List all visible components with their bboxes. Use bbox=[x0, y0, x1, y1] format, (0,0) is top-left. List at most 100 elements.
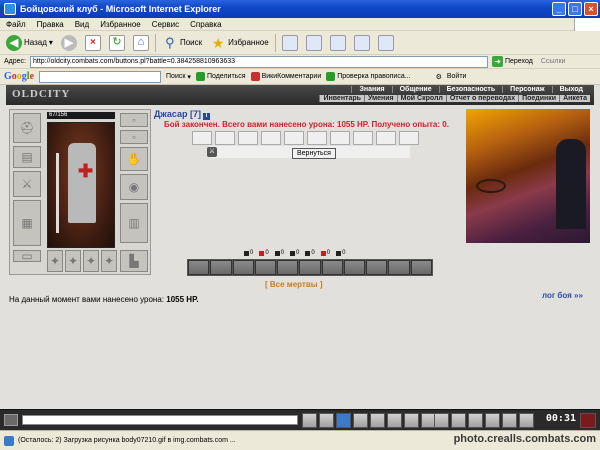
helmet-slot[interactable]: ⛑ bbox=[13, 113, 41, 143]
action-slot[interactable] bbox=[210, 260, 232, 275]
chat-mode-button[interactable] bbox=[404, 413, 419, 428]
chat-tool-button[interactable] bbox=[519, 413, 534, 428]
nav-exit[interactable]: Выход bbox=[551, 86, 590, 93]
address-label: Адрес: bbox=[4, 58, 26, 65]
battle-log-link[interactable]: лог боя »» bbox=[542, 291, 583, 300]
action-slot[interactable] bbox=[299, 260, 321, 275]
action-slot[interactable] bbox=[388, 260, 410, 275]
google-spell-button[interactable]: Проверка правописа... bbox=[326, 72, 411, 81]
google-search-input[interactable] bbox=[39, 70, 162, 83]
chat-tool-button[interactable] bbox=[468, 413, 483, 428]
info-icon[interactable]: i bbox=[203, 113, 211, 120]
character-avatar[interactable]: ✚ bbox=[47, 122, 115, 248]
chat-input[interactable] bbox=[22, 415, 298, 425]
nav-security[interactable]: Безопасность bbox=[438, 86, 503, 93]
shield-slot[interactable]: ◉ bbox=[120, 174, 148, 200]
menu-favorites[interactable]: Избранное bbox=[100, 20, 141, 29]
chat-filter-button[interactable] bbox=[336, 413, 351, 428]
address-input[interactable]: http://oldcity.combats.com/buttons.pl?ba… bbox=[29, 55, 488, 68]
chat-menu-icon[interactable] bbox=[4, 414, 18, 426]
action-slot[interactable] bbox=[410, 260, 432, 275]
research-button[interactable] bbox=[376, 33, 396, 53]
nav-transfer-report[interactable]: Отчет о переводах bbox=[445, 95, 519, 102]
nav-battles[interactable]: Поединки bbox=[518, 95, 560, 102]
print-button[interactable] bbox=[304, 33, 324, 53]
back-button[interactable]: ◀ Назад ▾ bbox=[4, 33, 55, 53]
menu-file[interactable]: Файл bbox=[6, 20, 26, 29]
favorites-button[interactable]: ★ Избранное bbox=[208, 33, 271, 53]
close-button[interactable]: × bbox=[584, 2, 598, 16]
skill-slot[interactable] bbox=[307, 131, 327, 145]
chat-send-button[interactable] bbox=[302, 413, 317, 428]
minimize-button[interactable]: _ bbox=[552, 2, 566, 16]
action-slot[interactable] bbox=[277, 260, 299, 275]
action-slot[interactable] bbox=[188, 260, 210, 275]
menu-help[interactable]: Справка bbox=[190, 20, 221, 29]
smiley-icon[interactable] bbox=[434, 413, 449, 428]
search-button[interactable]: ⚲ Поиск bbox=[160, 33, 204, 53]
scroll-slot-4[interactable]: ✦ bbox=[101, 250, 117, 272]
nav-knowledge[interactable]: Знания bbox=[351, 86, 391, 93]
scroll-slot-2[interactable]: ✦ bbox=[65, 250, 81, 272]
belt-slot[interactable]: ▭ bbox=[13, 249, 41, 263]
scroll-slot-3[interactable]: ✦ bbox=[83, 250, 99, 272]
nav-skills[interactable]: Умения bbox=[363, 95, 397, 102]
menu-tools[interactable]: Сервис bbox=[152, 20, 179, 29]
skill-slot[interactable] bbox=[330, 131, 350, 145]
skill-slot[interactable] bbox=[284, 131, 304, 145]
nav-communication[interactable]: Общение bbox=[391, 86, 439, 93]
skill-slot[interactable] bbox=[353, 131, 373, 145]
skill-slot[interactable] bbox=[399, 131, 419, 145]
chat-tool-button[interactable] bbox=[502, 413, 517, 428]
gloves-slot[interactable]: ✋ bbox=[120, 147, 148, 171]
chat-mode-button[interactable] bbox=[353, 413, 368, 428]
go-button[interactable]: ➜ Переход bbox=[491, 56, 533, 67]
nav-inventory[interactable]: Инвентарь bbox=[319, 95, 364, 102]
home-button[interactable]: ⌂ bbox=[131, 33, 151, 53]
google-search-button[interactable]: Поиск ▾ bbox=[166, 73, 191, 81]
action-slot[interactable] bbox=[232, 260, 254, 275]
boots-slot[interactable]: ▙ bbox=[120, 250, 148, 272]
mail-button[interactable] bbox=[280, 33, 300, 53]
weapon-slot[interactable]: ⚔ bbox=[13, 171, 41, 197]
nav-character[interactable]: Персонаж bbox=[502, 86, 551, 93]
menu-view[interactable]: Вид bbox=[75, 20, 89, 29]
nav-my-scroll[interactable]: Мой Скролл bbox=[396, 95, 446, 102]
character-name[interactable]: Джасар [7] i bbox=[154, 109, 211, 120]
scroll-slot-1[interactable]: ✦ bbox=[47, 250, 63, 272]
nav-profile[interactable]: Анкета bbox=[559, 95, 590, 102]
skill-slot[interactable] bbox=[192, 131, 212, 145]
bracers-slot[interactable]: ▤ bbox=[13, 146, 41, 168]
google-share-button[interactable]: Поделиться bbox=[195, 72, 246, 81]
return-button[interactable]: Вернуться bbox=[292, 148, 336, 159]
action-slot[interactable] bbox=[343, 260, 366, 275]
maximize-button[interactable]: □ bbox=[568, 2, 582, 16]
google-login-button[interactable]: Войти bbox=[447, 73, 467, 80]
chat-tool-button[interactable] bbox=[451, 413, 466, 428]
chat-mode-button[interactable] bbox=[370, 413, 385, 428]
stop-button[interactable]: × bbox=[83, 33, 103, 53]
chat-mode-button[interactable] bbox=[387, 413, 402, 428]
chat-exit-button[interactable] bbox=[580, 413, 596, 428]
skill-slot[interactable] bbox=[261, 131, 281, 145]
links-button[interactable]: Ссылки bbox=[541, 58, 566, 65]
skill-slot[interactable] bbox=[238, 131, 258, 145]
action-slot[interactable] bbox=[366, 260, 388, 275]
action-slot[interactable] bbox=[254, 260, 277, 275]
chat-tool-button[interactable] bbox=[485, 413, 500, 428]
action-slot[interactable] bbox=[321, 260, 343, 275]
amulet-slot[interactable]: ◦ bbox=[120, 130, 148, 144]
ring-slot[interactable]: ◦ bbox=[120, 113, 148, 127]
menu-edit[interactable]: Правка bbox=[37, 20, 64, 29]
forward-button[interactable]: ▶ bbox=[59, 33, 79, 53]
google-wiki-button[interactable]: ВикиКомментарии bbox=[250, 72, 321, 81]
legs-slot[interactable]: ▥ bbox=[120, 203, 148, 243]
edit-button[interactable] bbox=[328, 33, 348, 53]
google-settings-button[interactable]: ⚙ bbox=[436, 73, 442, 81]
armor-slot[interactable]: ▦ bbox=[13, 200, 41, 246]
messenger-button[interactable] bbox=[352, 33, 372, 53]
refresh-button[interactable]: ↻ bbox=[107, 33, 127, 53]
skill-slot[interactable] bbox=[376, 131, 396, 145]
skill-slot[interactable] bbox=[215, 131, 235, 145]
chat-clear-button[interactable] bbox=[319, 413, 334, 428]
